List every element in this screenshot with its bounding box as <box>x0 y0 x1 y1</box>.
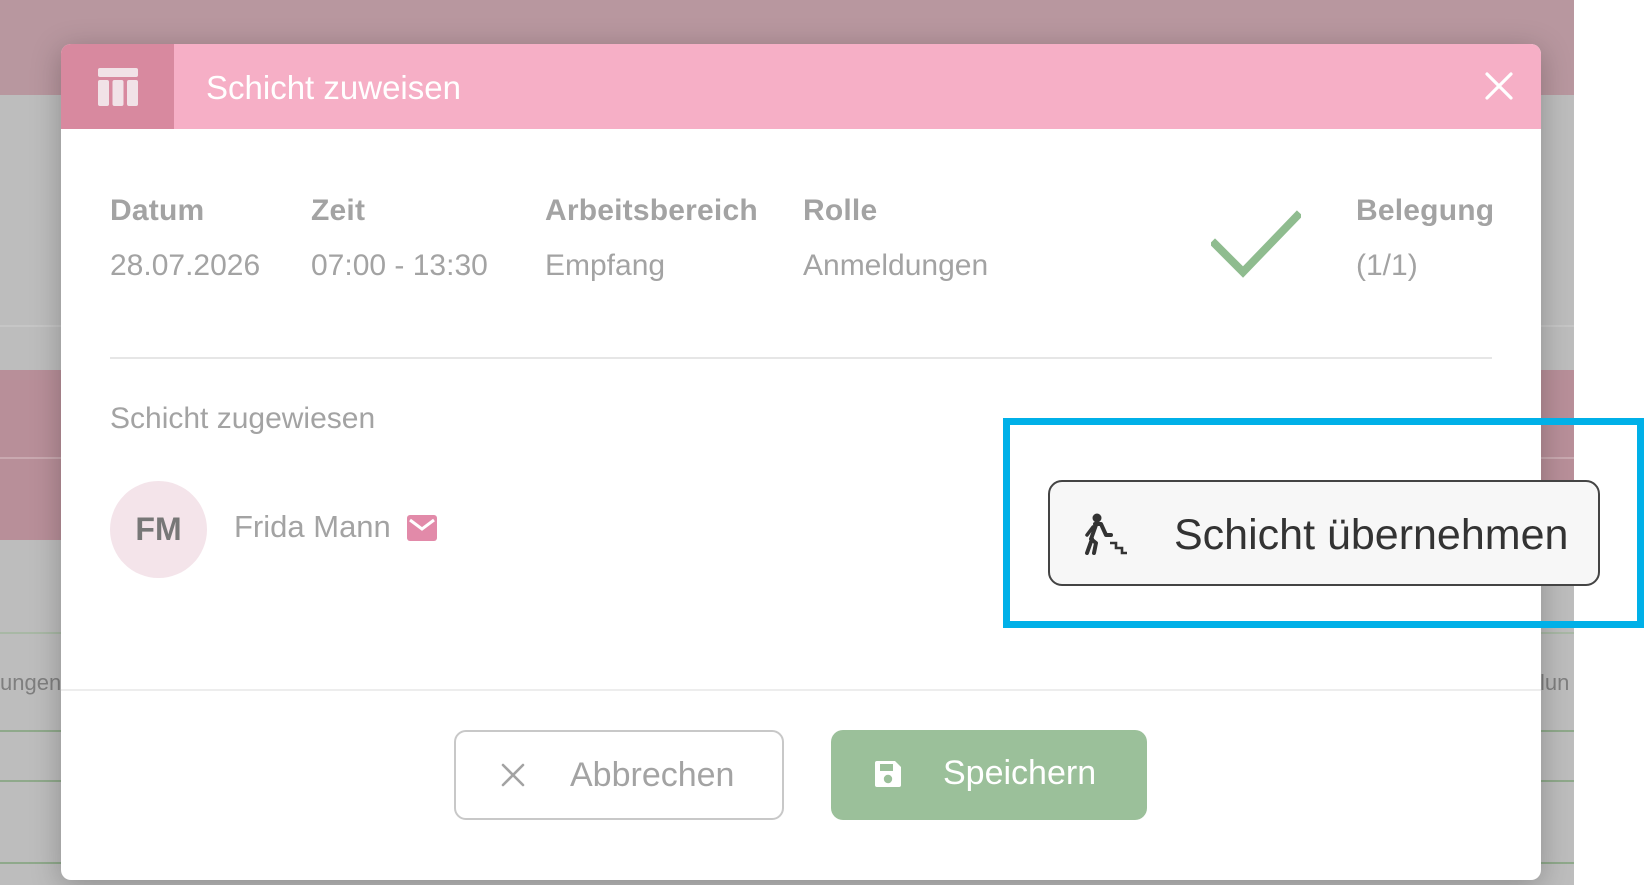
take-over-shift-label: Schicht übernehmen <box>1174 511 1569 559</box>
calendar-table-icon <box>61 44 174 129</box>
divider <box>110 357 1492 359</box>
cancel-label: Abbrechen <box>570 756 735 794</box>
role-field: Rolle Anmeldungen <box>803 194 988 283</box>
dialog-title: Schicht zuweisen <box>206 69 461 106</box>
close-icon <box>1485 72 1513 100</box>
close-icon <box>501 763 525 787</box>
floppy-disk-icon <box>875 761 901 787</box>
work-area-value: Empfang <box>545 249 666 282</box>
occupancy-field: Belegung (1/1) <box>1356 194 1494 283</box>
person-walking-stairs-icon <box>1085 513 1127 555</box>
take-over-shift-button[interactable]: Schicht übernehmen <box>1048 480 1600 586</box>
save-label: Speichern <box>943 754 1097 792</box>
time-label: Zeit <box>311 194 366 227</box>
occupancy-value: (1/1) <box>1356 249 1418 282</box>
background-text-fragment: lun <box>1540 670 1570 695</box>
close-button[interactable] <box>1477 64 1521 108</box>
avatar: FM <box>110 481 207 578</box>
mail-icon[interactable] <box>406 514 438 542</box>
date-value: 28.07.2026 <box>110 249 261 282</box>
role-value: Anmeldungen <box>803 249 989 282</box>
assigned-person-name: Frida Mann <box>234 509 391 544</box>
role-label: Rolle <box>803 194 878 227</box>
footer-divider <box>61 689 1541 691</box>
dialog-header: Schicht zuweisen <box>61 44 1541 129</box>
time-value: 07:00 - 13:30 <box>311 249 488 282</box>
save-button[interactable]: Speichern <box>831 730 1147 820</box>
occupancy-label: Belegung <box>1356 194 1495 227</box>
time-field: Zeit 07:00 - 13:30 <box>311 194 488 283</box>
work-area-label: Arbeitsbereich <box>545 194 758 227</box>
date-label: Datum <box>110 194 205 227</box>
checkmark-icon <box>1211 210 1301 278</box>
background-text-fragment: ungen <box>0 670 62 695</box>
cancel-button[interactable]: Abbrechen <box>454 730 784 820</box>
work-area-field: Arbeitsbereich Empfang <box>545 194 758 283</box>
date-field: Datum 28.07.2026 <box>110 194 260 283</box>
assigned-section-label: Schicht zugewiesen <box>110 402 376 435</box>
